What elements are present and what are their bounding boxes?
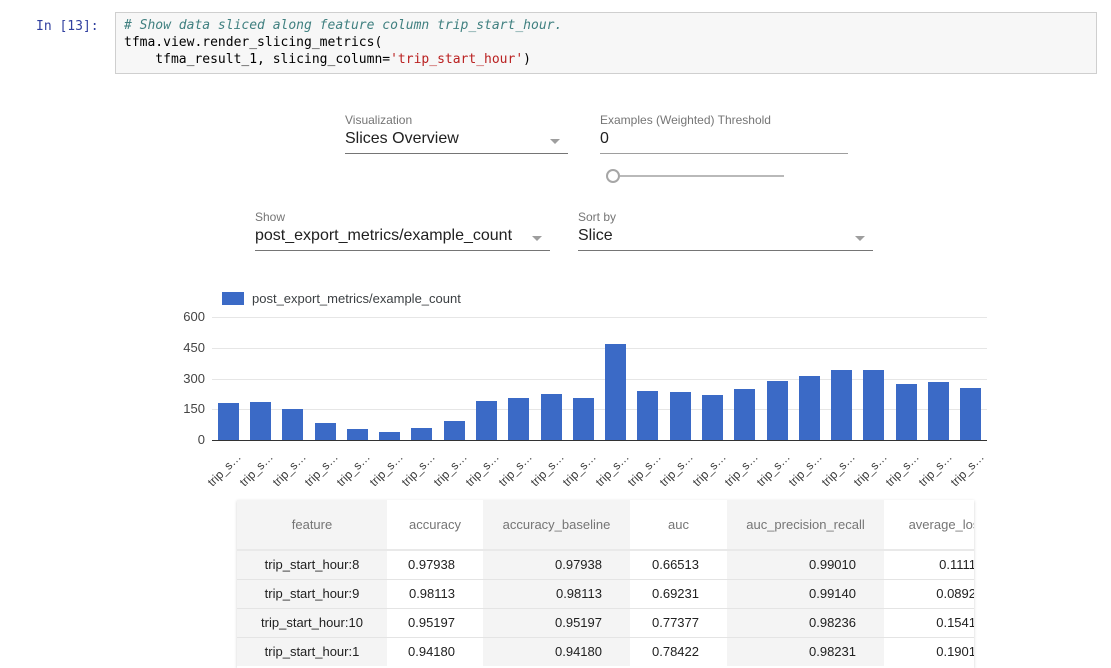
bar xyxy=(896,384,917,440)
code-comment: # Show data sliced along feature column … xyxy=(124,18,562,33)
sort-by-value: Slice xyxy=(578,227,613,244)
bar xyxy=(282,409,303,440)
feature-cell: trip_start_hour:10 xyxy=(237,608,387,637)
code-editor[interactable]: # Show data sliced along feature column … xyxy=(115,12,1097,74)
gridline xyxy=(212,348,987,349)
metric-cell: 0.66513 xyxy=(630,550,727,579)
bar xyxy=(831,370,852,440)
bar xyxy=(767,381,788,440)
bar xyxy=(315,423,336,440)
y-tick-label: 0 xyxy=(157,432,205,447)
metric-cell: 0.94180 xyxy=(387,637,483,666)
code-line-3: tfma_result_1, slicing_column= xyxy=(124,52,390,67)
threshold-value: 0 xyxy=(600,130,609,147)
y-tick-label: 150 xyxy=(157,401,205,416)
metric-cell: 0.1901 xyxy=(884,637,974,666)
visualization-select[interactable]: Slices Overview xyxy=(345,130,568,154)
bar xyxy=(379,432,400,440)
threshold-input[interactable]: 0 xyxy=(600,130,848,154)
bar xyxy=(670,392,691,440)
legend-label: post_export_metrics/example_count xyxy=(252,291,461,306)
show-metric-select[interactable]: post_export_metrics/example_count xyxy=(255,227,550,251)
table-header-cell[interactable]: accuracy xyxy=(387,500,483,550)
slices-bar-chart: post_export_metrics/example_count 600450… xyxy=(185,285,995,485)
sort-by-select[interactable]: Slice xyxy=(578,227,873,251)
table-header-cell[interactable]: feature xyxy=(237,500,387,550)
show-metric-value: post_export_metrics/example_count xyxy=(255,227,512,244)
table-header-cell[interactable]: average_los xyxy=(884,500,974,550)
metric-cell: 0.98231 xyxy=(727,637,884,666)
threshold-slider-handle[interactable] xyxy=(606,169,620,183)
metric-cell: 0.69231 xyxy=(630,579,727,608)
metric-cell: 0.0892 xyxy=(884,579,974,608)
y-tick-label: 300 xyxy=(157,371,205,386)
bar xyxy=(928,382,949,440)
table-header-cell[interactable]: accuracy_baseline xyxy=(483,500,630,550)
feature-cell: trip_start_hour:9 xyxy=(237,579,387,608)
table-row: trip_start_hour:10.941800.941800.784220.… xyxy=(237,637,974,666)
table-header-cell[interactable]: auc xyxy=(630,500,727,550)
metric-cell: 0.95197 xyxy=(483,608,630,637)
metric-cell: 0.78422 xyxy=(630,637,727,666)
threshold-label: Examples (Weighted) Threshold xyxy=(600,113,771,127)
sort-by-label: Sort by xyxy=(578,210,616,224)
bar xyxy=(605,344,626,440)
code-string-literal: 'trip_start_hour' xyxy=(390,52,523,67)
metric-cell: 0.1541 xyxy=(884,608,974,637)
metric-cell: 0.98236 xyxy=(727,608,884,637)
y-tick-label: 600 xyxy=(157,309,205,324)
table-header-cell[interactable]: auc_precision_recall xyxy=(727,500,884,550)
bar xyxy=(799,376,820,440)
y-tick-label: 450 xyxy=(157,340,205,355)
feature-cell: trip_start_hour:1 xyxy=(237,637,387,666)
chevron-down-icon xyxy=(532,236,542,241)
code-line-2: tfma.view.render_slicing_metrics( xyxy=(124,35,382,50)
show-label: Show xyxy=(255,210,285,224)
metrics-table: featureaccuracyaccuracy_baselineaucauc_p… xyxy=(237,500,974,668)
bar xyxy=(573,398,594,440)
metric-cell: 0.97938 xyxy=(387,550,483,579)
bar xyxy=(218,403,239,440)
visualization-value: Slices Overview xyxy=(345,130,459,147)
table-row: trip_start_hour:100.951970.951970.773770… xyxy=(237,608,974,637)
code-line-3-end: ) xyxy=(523,52,531,67)
bar xyxy=(702,395,723,440)
metric-cell: 0.77377 xyxy=(630,608,727,637)
bar xyxy=(411,428,432,440)
visualization-label: Visualization xyxy=(345,113,412,127)
bar xyxy=(250,402,271,440)
metric-cell: 0.98113 xyxy=(483,579,630,608)
metric-cell: 0.97938 xyxy=(483,550,630,579)
table-row: trip_start_hour:90.981130.981130.692310.… xyxy=(237,579,974,608)
metric-cell: 0.1111 xyxy=(884,550,974,579)
bar xyxy=(476,401,497,440)
metric-cell: 0.99140 xyxy=(727,579,884,608)
metric-cell: 0.95197 xyxy=(387,608,483,637)
table-header-row: featureaccuracyaccuracy_baselineaucauc_p… xyxy=(237,500,974,550)
gridline xyxy=(212,317,987,318)
bar xyxy=(637,391,658,440)
cell-input-prompt: In [13]: xyxy=(36,19,99,34)
bar xyxy=(347,429,368,440)
chevron-down-icon xyxy=(550,139,560,144)
metric-cell: 0.98113 xyxy=(387,579,483,608)
feature-cell: trip_start_hour:8 xyxy=(237,550,387,579)
metric-cell: 0.94180 xyxy=(483,637,630,666)
legend-swatch-icon xyxy=(222,292,244,305)
table-row: trip_start_hour:80.979380.979380.665130.… xyxy=(237,550,974,579)
chevron-down-icon xyxy=(855,236,865,241)
bar xyxy=(508,398,529,440)
bar xyxy=(734,389,755,440)
bar xyxy=(960,388,981,440)
bar xyxy=(444,421,465,440)
threshold-slider-track[interactable] xyxy=(620,175,784,177)
bar xyxy=(863,370,884,440)
x-axis-baseline xyxy=(212,440,987,441)
bar xyxy=(541,394,562,440)
metric-cell: 0.99010 xyxy=(727,550,884,579)
